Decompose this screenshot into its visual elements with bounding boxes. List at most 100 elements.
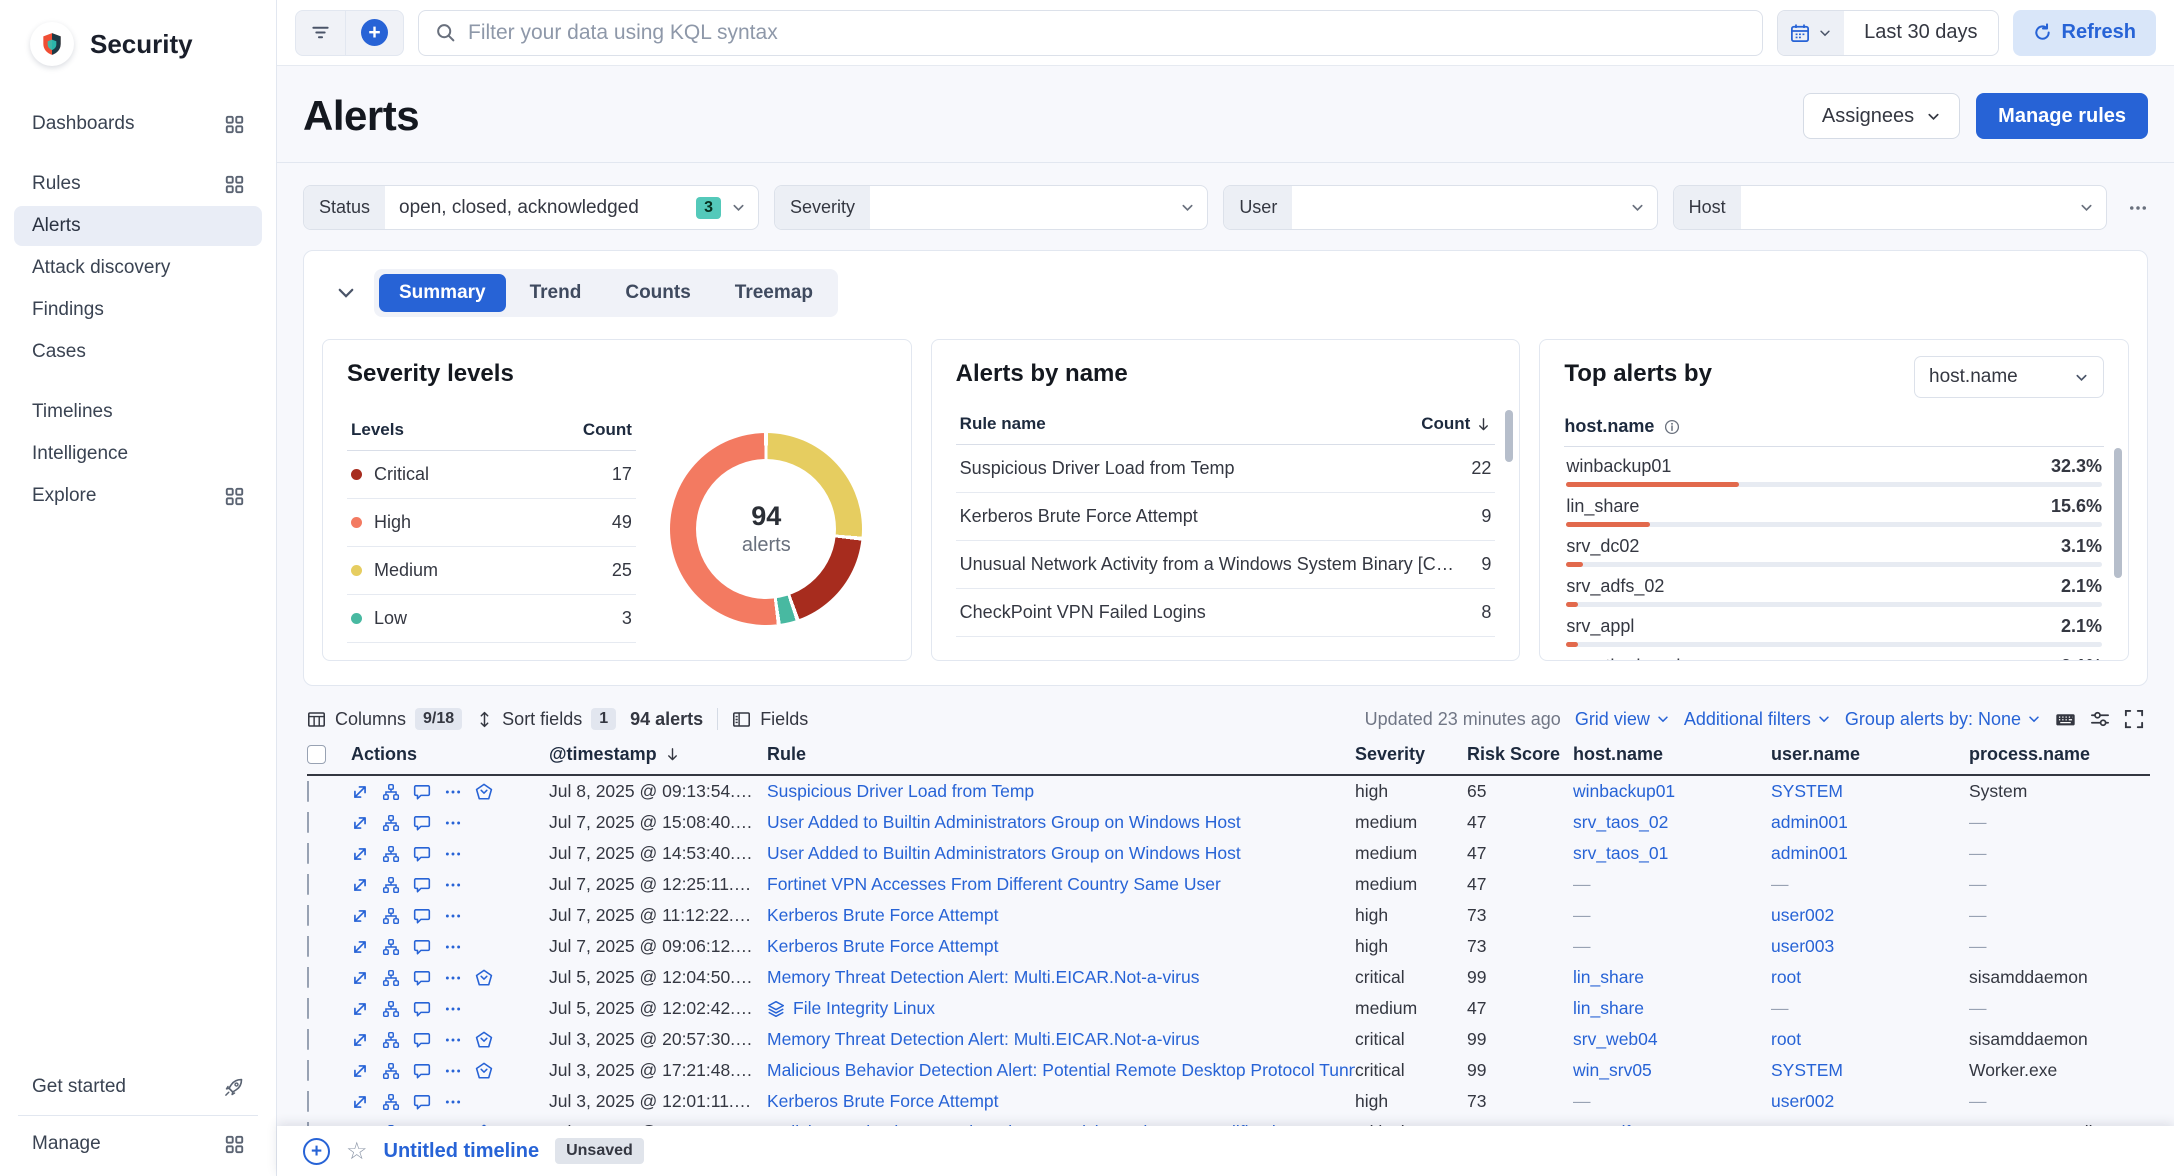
row-checkbox[interactable] [307, 905, 309, 926]
more-actions-icon[interactable] [444, 1093, 462, 1111]
saved-query-filter-button[interactable] [296, 11, 345, 55]
host-name-cell[interactable]: lin_share [1573, 967, 1644, 987]
add-note-icon[interactable] [413, 845, 431, 863]
analyze-event-icon[interactable] [382, 783, 400, 801]
sidebar-item-intelligence[interactable]: Intelligence [14, 434, 262, 474]
analyze-event-icon[interactable] [382, 1031, 400, 1049]
keyboard-shortcuts-button[interactable] [2055, 709, 2076, 730]
scrollbar-thumb[interactable] [2114, 448, 2122, 578]
add-timeline-button[interactable]: + [303, 1138, 330, 1165]
expand-alert-icon[interactable] [351, 1062, 369, 1080]
sidebar-item-manage[interactable]: Manage [14, 1124, 262, 1164]
more-actions-icon[interactable] [444, 907, 462, 925]
col-rule[interactable]: Rule [767, 744, 1355, 765]
manage-rules-button[interactable]: Manage rules [1976, 93, 2148, 139]
more-actions-icon[interactable] [444, 783, 462, 801]
select-all-checkbox[interactable] [307, 745, 326, 764]
session-view-icon[interactable] [475, 969, 493, 987]
tab-counts[interactable]: Counts [605, 274, 710, 312]
time-range-value[interactable]: Last 30 days [1844, 21, 1997, 44]
expand-alert-icon[interactable] [351, 1000, 369, 1018]
host-name-cell[interactable]: srv_taos_02 [1573, 812, 1668, 832]
expand-alert-icon[interactable] [351, 876, 369, 894]
assignees-dropdown[interactable]: Assignees [1803, 93, 1960, 139]
rule-link[interactable]: Kerberos Brute Force Attempt [767, 905, 999, 926]
refresh-button[interactable]: Refresh [2013, 10, 2156, 56]
grid-view-dropdown[interactable]: Grid view [1575, 709, 1670, 730]
sidebar-item-explore[interactable]: Explore [14, 476, 262, 516]
status-filter[interactable]: Status open, closed, acknowledged 3 [303, 185, 759, 230]
add-note-icon[interactable] [413, 938, 431, 956]
col-risk-score[interactable]: Risk Score [1467, 744, 1573, 765]
more-filters-button[interactable] [2128, 198, 2148, 218]
col-user-name[interactable]: user.name [1771, 744, 1969, 765]
count-col-header[interactable]: Count [1421, 414, 1470, 434]
analyze-event-icon[interactable] [382, 969, 400, 987]
add-note-icon[interactable] [413, 1093, 431, 1111]
expand-alert-icon[interactable] [351, 814, 369, 832]
fullscreen-button[interactable] [2124, 709, 2144, 729]
timeline-title[interactable]: Untitled timeline [384, 1140, 540, 1163]
alerts-by-name-row[interactable]: CheckPoint VPN Failed Logins8 [956, 589, 1496, 637]
more-actions-icon[interactable] [444, 845, 462, 863]
additional-filters-dropdown[interactable]: Additional filters [1684, 709, 1831, 730]
rule-link[interactable]: Kerberos Brute Force Attempt [767, 936, 999, 957]
severity-filter[interactable]: Severity [774, 185, 1208, 230]
date-quick-select-button[interactable] [1778, 11, 1844, 55]
alerts-by-name-row[interactable]: Kerberos Brute Force Attempt9 [956, 493, 1496, 541]
user-name-cell[interactable]: SYSTEM [1771, 781, 1843, 801]
user-name-cell[interactable]: root [1771, 1029, 1801, 1049]
fields-button[interactable]: Fields [732, 709, 808, 730]
tab-trend[interactable]: Trend [510, 274, 602, 312]
analyze-event-icon[interactable] [382, 845, 400, 863]
add-note-icon[interactable] [413, 1031, 431, 1049]
host-name-cell[interactable]: srv_taos_01 [1573, 843, 1668, 863]
group-alerts-dropdown[interactable]: Group alerts by: None [1845, 709, 2041, 730]
analyze-event-icon[interactable] [382, 938, 400, 956]
expand-alert-icon[interactable] [351, 845, 369, 863]
row-checkbox[interactable] [307, 812, 309, 833]
add-note-icon[interactable] [413, 1000, 431, 1018]
row-checkbox[interactable] [307, 874, 309, 895]
top-alerts-row[interactable]: srv_adfs_022.1% [1564, 567, 2104, 607]
col-timestamp[interactable]: @timestamp [549, 744, 767, 765]
analyze-event-icon[interactable] [382, 1093, 400, 1111]
rule-link[interactable]: File Integrity Linux [793, 998, 935, 1019]
top-alerts-row[interactable]: srv_appl2.1% [1564, 607, 2104, 647]
more-actions-icon[interactable] [444, 1031, 462, 1049]
collapse-summary-button[interactable] [336, 283, 356, 303]
col-severity[interactable]: Severity [1355, 744, 1467, 765]
favorite-star-icon[interactable]: ☆ [346, 1137, 368, 1166]
user-filter[interactable]: User [1223, 185, 1657, 230]
expand-alert-icon[interactable] [351, 1031, 369, 1049]
alerts-by-name-row[interactable]: Suspicious Driver Load from Temp22 [956, 445, 1496, 493]
more-actions-icon[interactable] [444, 1062, 462, 1080]
top-alerts-row[interactable]: srv_dc023.1% [1564, 527, 2104, 567]
sidebar-item-get-started[interactable]: Get started [14, 1067, 262, 1107]
kql-search-input[interactable] [468, 21, 1746, 45]
session-view-icon[interactable] [475, 1062, 493, 1080]
tab-treemap[interactable]: Treemap [715, 274, 833, 312]
analyze-event-icon[interactable] [382, 1000, 400, 1018]
session-view-icon[interactable] [475, 1031, 493, 1049]
analyze-event-icon[interactable] [382, 1062, 400, 1080]
more-actions-icon[interactable] [444, 876, 462, 894]
rule-link[interactable]: Memory Threat Detection Alert: Multi.EIC… [767, 967, 1199, 988]
rule-link[interactable]: User Added to Builtin Administrators Gro… [767, 843, 1241, 864]
host-filter[interactable]: Host [1673, 185, 2107, 230]
add-note-icon[interactable] [413, 907, 431, 925]
rule-link[interactable]: Fortinet VPN Accesses From Different Cou… [767, 874, 1221, 895]
rule-link[interactable]: Kerberos Brute Force Attempt [767, 1091, 999, 1112]
col-process-name[interactable]: process.name [1969, 744, 2150, 765]
severity-donut-chart[interactable]: 94 alerts [670, 433, 862, 625]
host-name-cell[interactable]: winbackup01 [1573, 781, 1675, 801]
rule-link[interactable]: Suspicious Driver Load from Temp [767, 781, 1034, 802]
user-name-cell[interactable]: admin001 [1771, 843, 1848, 863]
row-checkbox[interactable] [307, 1029, 309, 1050]
top-alerts-field-select[interactable]: host.name [1914, 356, 2104, 398]
sidebar-item-timelines[interactable]: Timelines [14, 392, 262, 432]
row-checkbox[interactable] [307, 1091, 309, 1112]
top-alerts-row[interactable]: winbackup0132.3% [1564, 447, 2104, 487]
analyze-event-icon[interactable] [382, 907, 400, 925]
expand-alert-icon[interactable] [351, 783, 369, 801]
